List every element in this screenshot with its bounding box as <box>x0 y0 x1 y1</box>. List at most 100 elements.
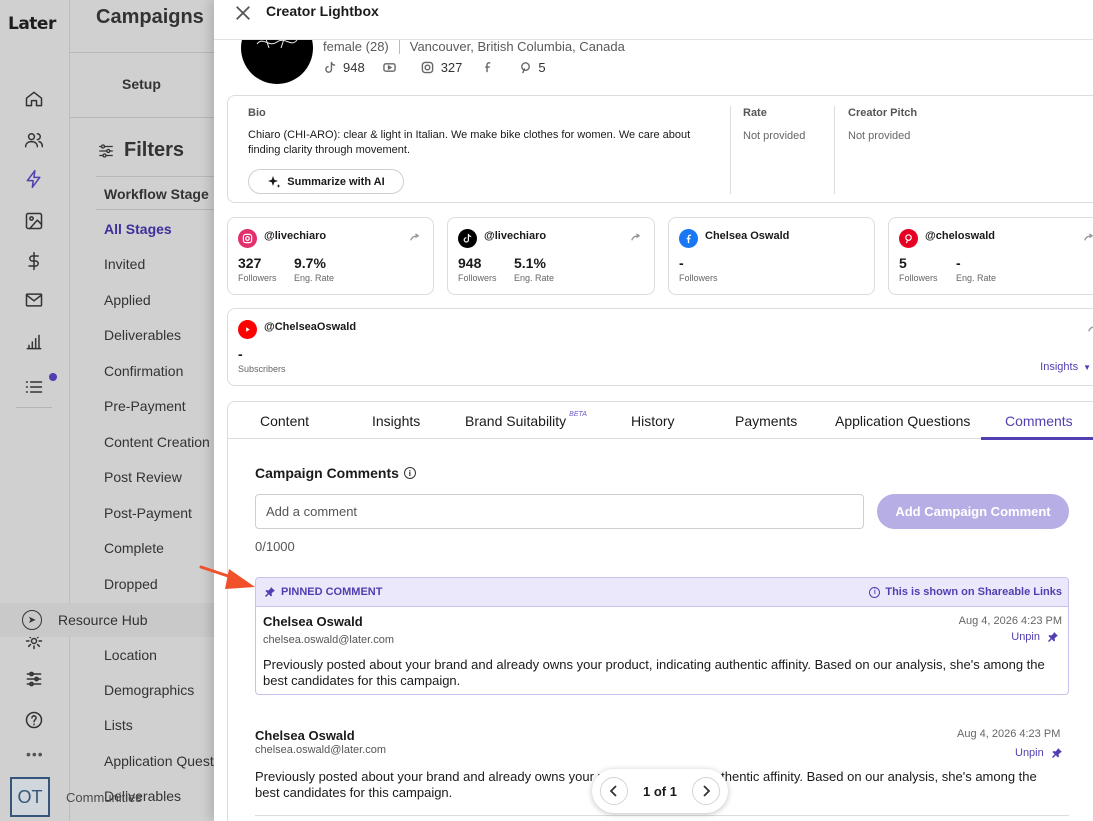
instagram-card[interactable]: @livechiaro 327 Followers 9.7% Eng. Rate <box>227 217 434 295</box>
followers-stat: 327 Followers <box>238 255 277 283</box>
comments-panel: Campaign Comments i Add Campaign Comment… <box>227 438 1093 821</box>
eng-rate-value: 5.1% <box>514 255 546 271</box>
tab-comments[interactable]: Comments <box>1005 402 1073 439</box>
followers-value: - <box>679 255 684 271</box>
tab-setup[interactable]: Setup <box>122 76 161 92</box>
workflow-stage-header[interactable]: Workflow Stage <box>96 176 214 210</box>
stage-item-post-payment[interactable]: Post-Payment <box>104 505 192 521</box>
facebook-card[interactable]: Chelsea Oswald - Followers <box>668 217 875 295</box>
sparkle-icon <box>268 175 281 188</box>
followers-stat: - Followers <box>679 255 718 283</box>
stage-item-post-review[interactable]: Post Review <box>104 469 182 485</box>
pinterest-card[interactable]: @cheloswald 5 Followers - Eng. Rate <box>888 217 1093 295</box>
compass-icon: ➤ <box>22 610 42 630</box>
divider <box>70 117 214 118</box>
stage-item-complete[interactable]: Complete <box>104 540 164 556</box>
stage-item-all[interactable]: All Stages <box>104 221 172 237</box>
shareable-note: i This is shown on Shareable Links <box>869 586 1062 598</box>
location-text: Vancouver, British Columbia, Canada <box>409 39 625 54</box>
comment-date: Aug 4, 2026 4:23 PM <box>957 728 1061 740</box>
facebook-icon <box>679 229 698 248</box>
page-indicator: 1 of 1 <box>643 783 677 799</box>
user-avatar[interactable]: OT <box>10 777 50 817</box>
close-button[interactable] <box>232 2 254 24</box>
home-icon[interactable] <box>22 87 46 111</box>
filter-location[interactable]: Location <box>104 647 157 663</box>
followers-stat: 948 Followers <box>458 255 497 283</box>
chevron-right-icon <box>703 785 711 797</box>
followers-label: Followers <box>899 273 938 283</box>
tiktok-card[interactable]: @livechiaro 948 Followers 5.1% Eng. Rate <box>447 217 655 295</box>
rail-divider <box>16 407 52 408</box>
pinned-comment: PINNED COMMENT i This is shown on Sharea… <box>255 577 1069 695</box>
eng-rate-label: Eng. Rate <box>514 273 555 283</box>
mail-icon[interactable] <box>22 288 46 312</box>
stage-item-deliverables[interactable]: Deliverables <box>104 327 181 343</box>
resource-hub-button[interactable]: ➤ Resource Hub <box>0 603 214 637</box>
tab-history[interactable]: History <box>631 402 675 439</box>
tab-brand-suitability[interactable]: Brand Suitability BETA <box>465 402 587 439</box>
external-link-icon[interactable] <box>409 231 421 243</box>
unpin-button[interactable]: Unpin <box>1015 747 1062 759</box>
demographic-text: female (28) <box>323 39 389 54</box>
next-page-button[interactable] <box>692 777 720 805</box>
app-sidebar-rail: Later ••• OT <box>0 0 70 821</box>
filter-demographics[interactable]: Demographics <box>104 682 194 698</box>
info-icon[interactable]: i <box>403 467 416 479</box>
stage-item-dropped[interactable]: Dropped <box>104 576 158 592</box>
summarize-ai-button[interactable]: Summarize with AI <box>248 169 404 194</box>
sliders-icon[interactable] <box>22 667 46 691</box>
unpin-label: Unpin <box>1015 747 1044 759</box>
filter-application-questions[interactable]: Application Questions <box>104 753 214 769</box>
creator-lightbox: Creator Lightbox female (28) Vancouver, … <box>214 0 1093 821</box>
pinterest-icon <box>518 61 532 75</box>
later-logo[interactable]: Later <box>8 14 56 34</box>
followers-label: Followers <box>458 273 497 283</box>
stage-item-content-creation[interactable]: Content Creation <box>104 434 210 450</box>
pin-icon <box>265 587 275 597</box>
tab-insights[interactable]: Insights <box>372 402 420 439</box>
comment-input[interactable] <box>255 494 864 529</box>
resource-hub-label: Resource Hub <box>58 612 148 628</box>
stage-item-pre-payment[interactable]: Pre-Payment <box>104 398 186 414</box>
external-link-icon[interactable] <box>1087 322 1093 334</box>
tab-payments[interactable]: Payments <box>735 402 797 439</box>
people-icon[interactable] <box>22 128 46 152</box>
facebook-icon <box>480 61 494 75</box>
stage-item-confirmation[interactable]: Confirmation <box>104 363 183 379</box>
eng-rate-value: 9.7% <box>294 255 326 271</box>
tab-content[interactable]: Content <box>260 402 309 439</box>
list-icon[interactable] <box>22 375 46 399</box>
followers-value: 948 <box>458 255 482 271</box>
image-icon[interactable] <box>22 209 46 233</box>
tab-application-questions[interactable]: Application Questions <box>835 402 970 439</box>
youtube-card[interactable]: @ChelseaOswald - Subscribers Insights ▼ <box>227 308 1093 386</box>
creator-pitch-label: Creator Pitch <box>848 107 918 119</box>
bio-text: Chiaro (CHI-ARO): clear & light in Itali… <box>248 129 691 156</box>
external-link-icon[interactable] <box>630 231 642 243</box>
comment-author: Chelsea Oswald <box>255 728 355 743</box>
prev-page-button[interactable] <box>600 777 628 805</box>
subscribers-value: - <box>238 346 243 362</box>
add-campaign-comment-button[interactable]: Add Campaign Comment <box>877 494 1069 529</box>
eng-rate-label: Eng. Rate <box>294 273 335 283</box>
subscribers-label: Subscribers <box>238 364 286 374</box>
pinned-comment-header: PINNED COMMENT i This is shown on Sharea… <box>256 578 1068 607</box>
filter-lists[interactable]: Lists <box>104 717 133 733</box>
creator-pitch-value: Not provided <box>848 130 911 142</box>
pinned-label: PINNED COMMENT <box>265 586 382 598</box>
help-icon[interactable] <box>22 708 46 732</box>
eng-rate-stat: - Eng. Rate <box>956 255 996 283</box>
unpin-button[interactable]: Unpin <box>1011 631 1058 643</box>
unpin-label: Unpin <box>1011 631 1040 643</box>
more-icon[interactable]: ••• <box>26 746 44 762</box>
stage-item-applied[interactable]: Applied <box>104 292 151 308</box>
lightning-icon[interactable] <box>22 167 46 191</box>
communities-label[interactable]: Communities <box>66 790 142 805</box>
stage-item-invited[interactable]: Invited <box>104 256 145 272</box>
pin-icon <box>1051 748 1062 758</box>
dollar-icon[interactable] <box>22 249 46 273</box>
external-link-icon[interactable] <box>1083 231 1093 243</box>
chart-icon[interactable] <box>22 330 46 354</box>
insights-dropdown[interactable]: Insights ▼ <box>1040 361 1091 373</box>
